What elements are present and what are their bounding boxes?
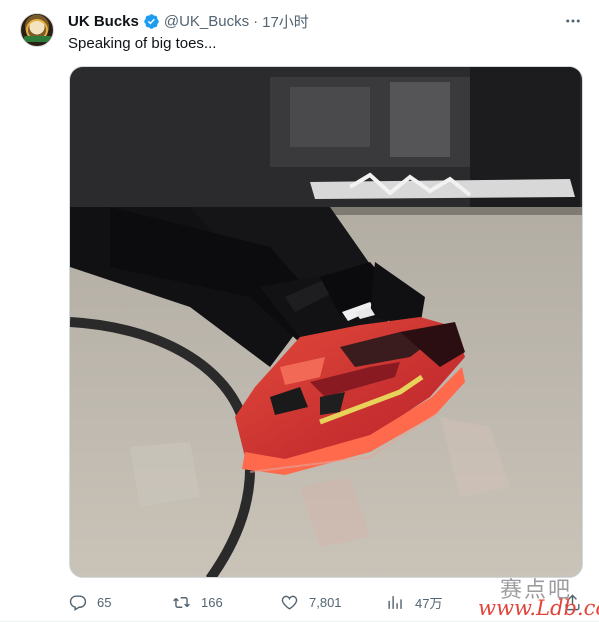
- photo-image: [70, 67, 582, 577]
- avatar[interactable]: [20, 13, 54, 47]
- like-count: 7,801: [309, 594, 342, 610]
- site-watermark: 赛点吧 www.Ldb.cc: [478, 572, 599, 622]
- avatar-logo-band: [24, 36, 52, 42]
- tweet-photo[interactable]: [69, 66, 583, 578]
- more-icon: [566, 19, 580, 23]
- retweet-icon: [173, 596, 190, 608]
- timestamp[interactable]: 17小时: [262, 11, 309, 32]
- more-button[interactable]: [562, 11, 584, 31]
- watermark-url: www.Ldb.cc: [478, 596, 599, 620]
- views-icon: [388, 595, 402, 609]
- tweet-header: UK Bucks @UK_Bucks · 17小时: [68, 11, 309, 31]
- reply-icon: [69, 594, 87, 611]
- reply-button[interactable]: 65: [68, 590, 111, 614]
- like-button[interactable]: 7,801: [280, 590, 342, 614]
- views-button[interactable]: 47万: [386, 590, 442, 614]
- like-icon: [281, 595, 298, 610]
- reply-count: 65: [97, 594, 112, 610]
- verified-badge-icon: [144, 13, 159, 29]
- views-count: 47万: [415, 595, 443, 611]
- retweet-button[interactable]: 166: [172, 590, 223, 614]
- separator-dot: ·: [253, 12, 259, 30]
- tweet-article[interactable]: UK Bucks @UK_Bucks · 17小时 Speaking of bi…: [0, 0, 599, 622]
- handle[interactable]: @UK_Bucks: [164, 13, 249, 30]
- retweet-count: 166: [201, 594, 223, 610]
- display-name[interactable]: UK Bucks: [68, 13, 139, 30]
- tweet-text: Speaking of big toes...: [68, 35, 217, 52]
